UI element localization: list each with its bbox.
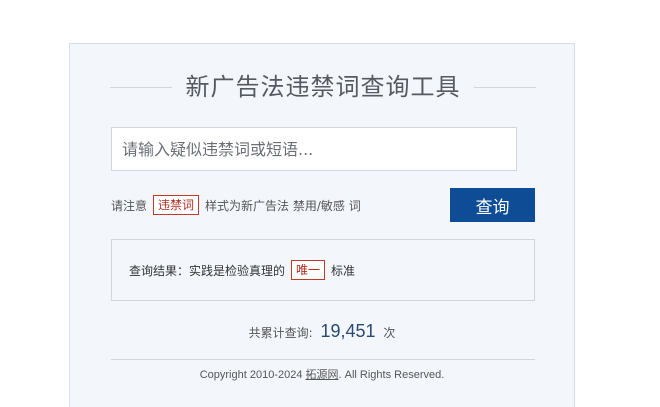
counter-label: 共累计查询:: [248, 326, 313, 340]
counter-value: 19,451: [320, 321, 376, 341]
footer: Copyright 2010-2024 拓源网. All Rights Rese…: [70, 366, 574, 382]
title-row: 新广告法违禁词查询工具: [110, 70, 536, 104]
forbidden-word-tag: 违禁词: [153, 195, 200, 215]
style-note: 请注意 违禁词 样式为新广告法 禁用/敏感 词: [111, 194, 361, 216]
query-counter: 共累计查询: 19,451 次: [70, 321, 574, 342]
result-box: 查询结果：实践是检验真理的 唯一 标准: [111, 239, 535, 301]
footer-prefix: Copyright 2010-2024: [199, 369, 303, 381]
result-prefix: 查询结果：实践是检验真理的: [129, 263, 286, 278]
footer-site-link[interactable]: 拓源网: [306, 369, 339, 381]
query-button[interactable]: 查询: [450, 188, 535, 222]
page-title: 新广告法违禁词查询工具: [185, 73, 461, 101]
result-suffix: 标准: [331, 263, 356, 278]
counter-unit: 次: [383, 326, 396, 340]
note-suffix: 样式为新广告法 禁用/敏感 词: [205, 198, 361, 213]
search-input[interactable]: [111, 127, 517, 171]
footer-suffix: . All Rights Reserved.: [338, 369, 445, 381]
tool-card: 新广告法违禁词查询工具 请注意 违禁词 样式为新广告法 禁用/敏感 词 查询 查…: [69, 43, 575, 407]
result-forbidden-tag: 唯一: [291, 260, 326, 280]
footer-divider: [111, 359, 535, 360]
note-prefix: 请注意: [111, 198, 148, 213]
title-divider-right: [474, 87, 536, 88]
